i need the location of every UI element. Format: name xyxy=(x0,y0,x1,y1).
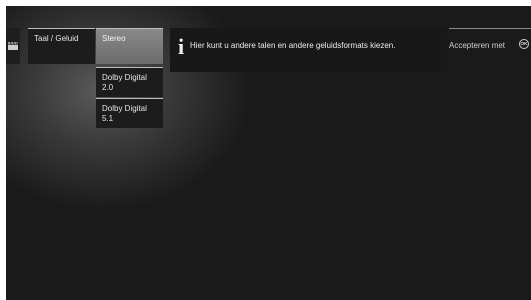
option-dolby-digital-5-1[interactable]: Dolby Digital 5.1 xyxy=(96,98,163,128)
option-stereo[interactable]: Stereo xyxy=(96,28,163,64)
menu-category-taal-geluid[interactable]: Taal / Geluid xyxy=(28,28,95,64)
category-label: Taal / Geluid xyxy=(34,34,79,43)
option-dolby-digital-2-0[interactable]: Dolby Digital 2.0 xyxy=(96,67,163,97)
option-label: Dolby Digital 5.1 xyxy=(102,104,147,123)
info-icon: i xyxy=(177,34,185,59)
accept-label: Accepteren met xyxy=(449,41,506,50)
tv-menu-screen: Taal / Geluid Stereo Dolby Digital 2.0 D… xyxy=(6,6,531,300)
divider xyxy=(28,28,95,29)
info-panel: i Hier kunt u andere talen en andere gel… xyxy=(170,28,447,72)
divider xyxy=(96,28,163,29)
ok-button-icon: OK xyxy=(519,39,529,49)
divider xyxy=(96,67,163,68)
info-text: Hier kunt u andere talen en andere gelui… xyxy=(190,41,396,50)
option-label: Stereo xyxy=(102,34,126,43)
film-clapper-icon xyxy=(8,42,18,50)
category-film-tile[interactable] xyxy=(6,28,20,64)
divider xyxy=(96,98,163,99)
accept-hint: Accepteren met OK xyxy=(449,28,531,58)
divider xyxy=(449,28,531,29)
option-label: Dolby Digital 2.0 xyxy=(102,73,147,92)
